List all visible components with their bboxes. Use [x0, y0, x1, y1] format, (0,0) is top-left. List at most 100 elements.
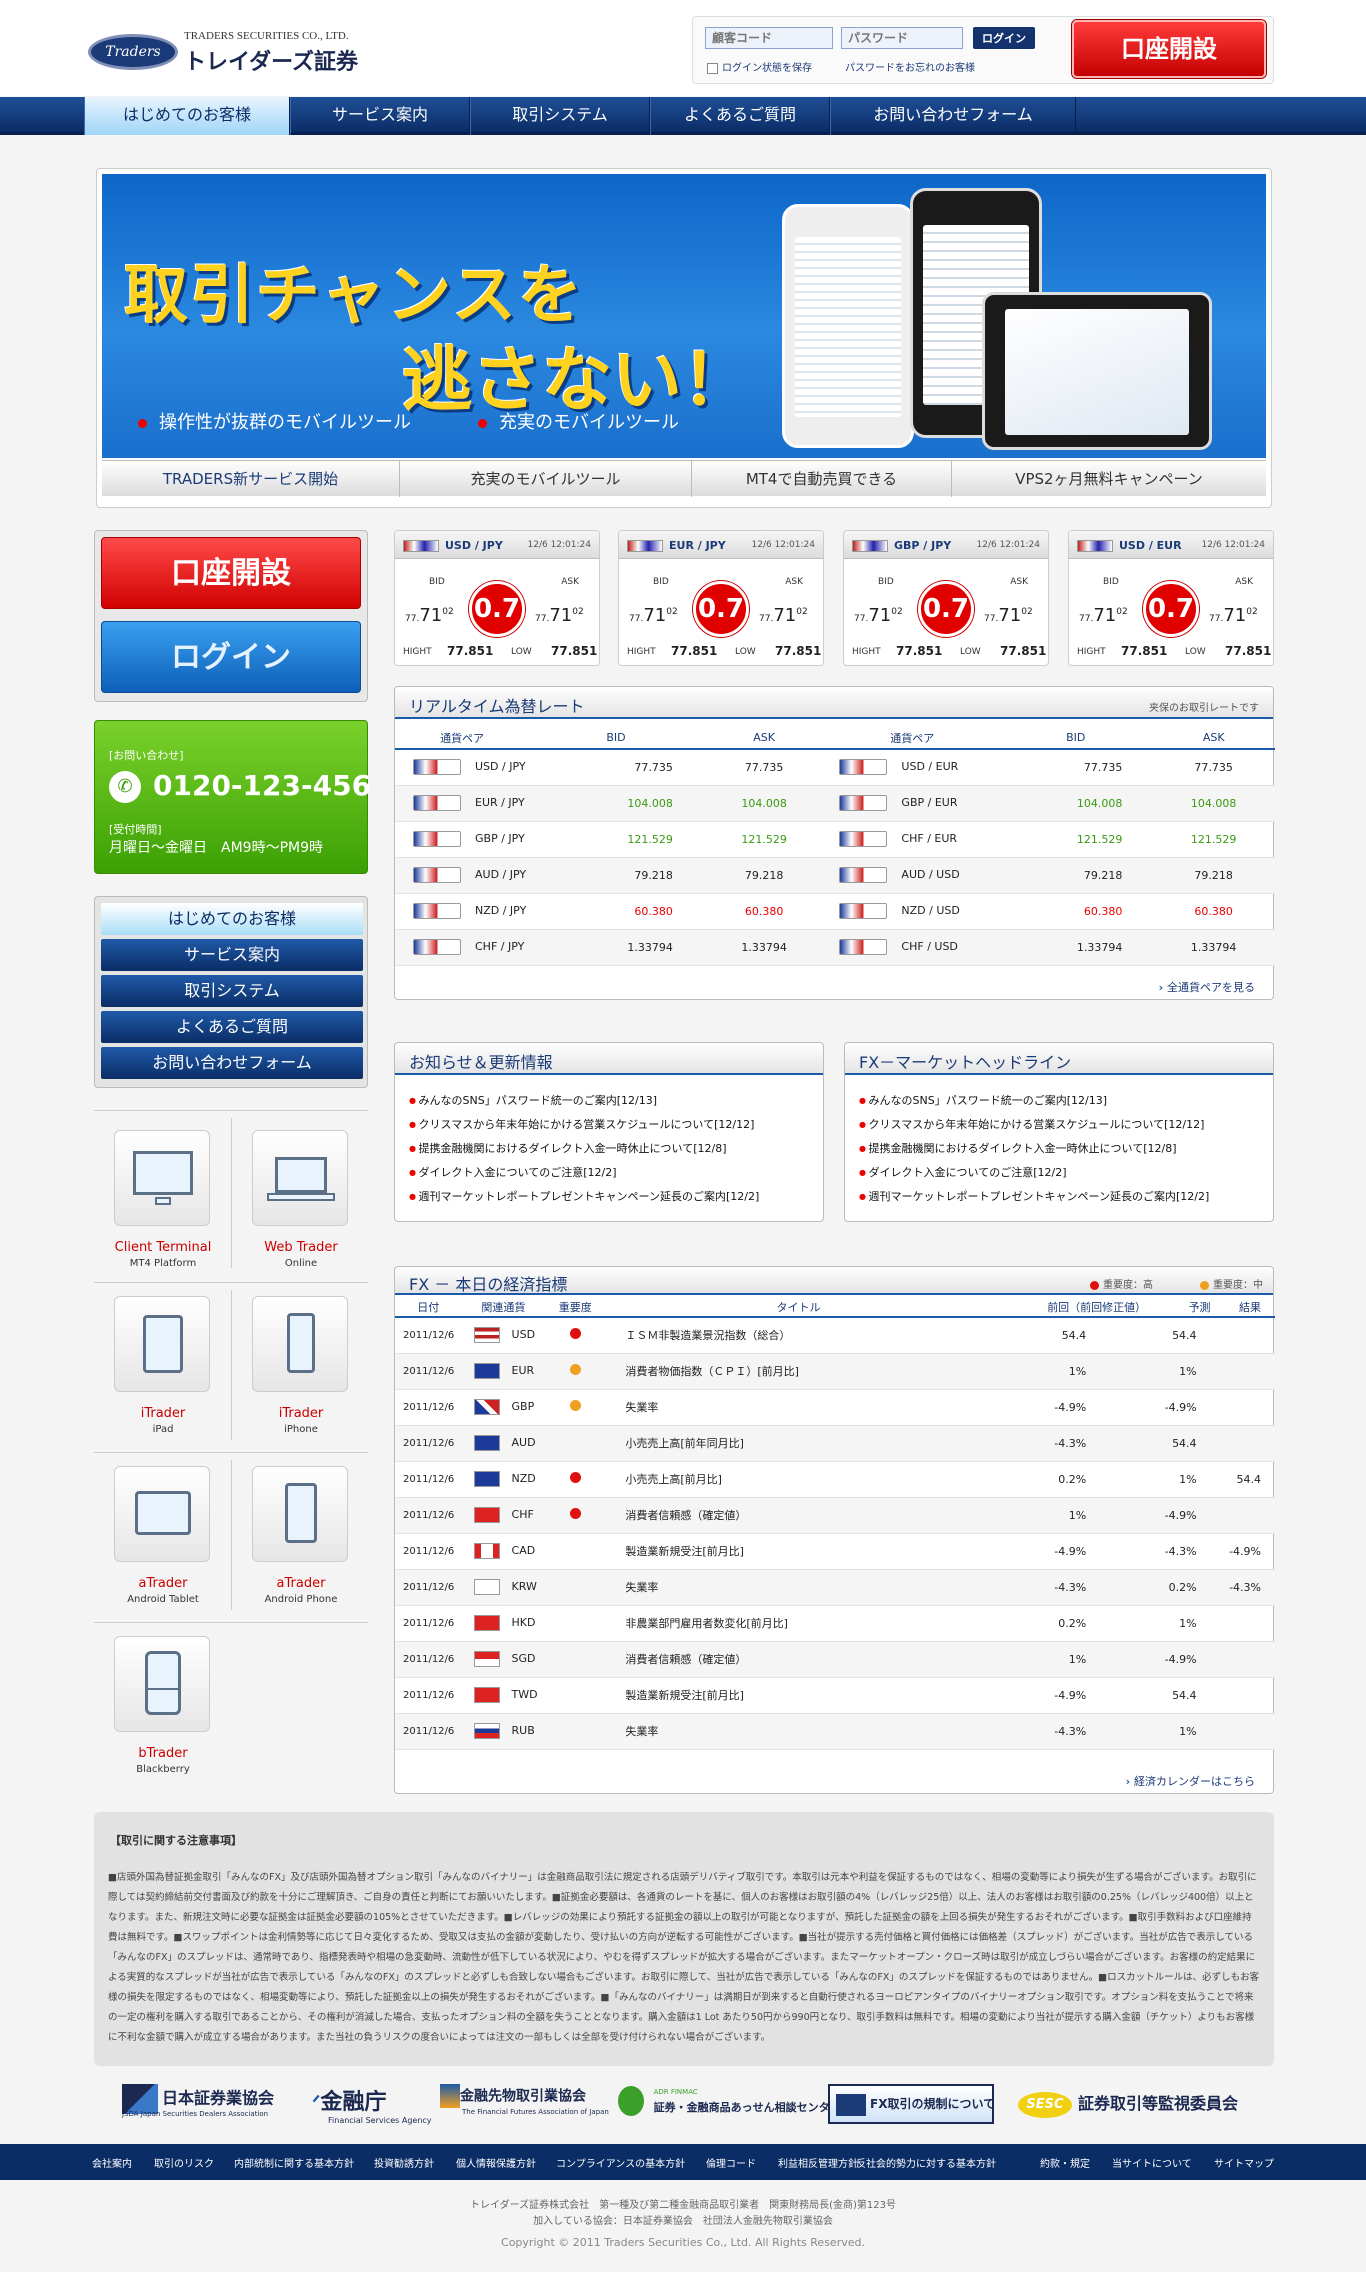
ask-value[interactable]: 77.7102: [1209, 605, 1258, 626]
quote-box[interactable]: USD / JPY 12/6 12:01:24 BID ASK 77.7102 77.71…: [394, 530, 600, 666]
sesc-logo[interactable]: SESC 証券取引等監視委員会: [1018, 2090, 1238, 2130]
tool-atrader-tablet[interactable]: aTrader Android Tablet: [98, 1446, 228, 1606]
calendar-row[interactable]: 2011/12/6 AUD 小売売上高[前年同月比] -4.3% 54.4: [395, 1425, 1275, 1462]
fsa-logo[interactable]: ᐟ金融庁 Financial Services Agency: [312, 2084, 432, 2125]
bid-value[interactable]: 77.7102: [629, 605, 678, 626]
result-cell: [1210, 1353, 1275, 1390]
checkbox-box[interactable]: [707, 62, 718, 74]
quote-box[interactable]: USD / EUR 12/6 12:01:24 BID ASK 77.7102 77.71…: [1068, 530, 1274, 666]
hero-tab-mobile-tools[interactable]: 充実のモバイルツール: [400, 461, 692, 497]
tool-name: Client Terminal: [114, 1240, 212, 1255]
ask-value[interactable]: 77.7102: [984, 605, 1033, 626]
tool-itrader-ipad[interactable]: iTrader iPad: [98, 1276, 228, 1436]
contact-phone[interactable]: ✆ 0120-123-456: [109, 769, 371, 803]
pair-cell: CHF / USD: [825, 929, 1000, 966]
nav-first-time[interactable]: はじめてのお客様: [84, 97, 290, 135]
calendar-link[interactable]: 経済カレンダーはこちら: [1126, 1773, 1255, 1789]
sidenav-contact-form[interactable]: お問い合わせフォーム: [101, 1047, 363, 1079]
calendar-row[interactable]: 2011/12/6 GBP 失業率 -4.9% -4.9%: [395, 1389, 1275, 1426]
hero-bullet-1: 操作性が抜群のモバイルツール: [138, 408, 411, 434]
footer-nav-link[interactable]: 利益相反管理方針: [778, 2155, 858, 2170]
open-account-button-side[interactable]: 口座開設: [101, 537, 361, 609]
finmac-logo[interactable]: ADR FINMAC 証券・金融商品あっせん相談センター: [618, 2086, 841, 2126]
rate-row[interactable]: USD / JPY 77.735 77.735 USD / EUR 77.735 77.7…: [395, 749, 1275, 786]
sidenav-first-time[interactable]: はじめてのお客様: [101, 903, 363, 935]
keep-login-checkbox[interactable]: ログイン状態を保存: [707, 59, 812, 74]
sidenav-trading-system[interactable]: 取引システム: [101, 975, 363, 1007]
tool-btrader-blackberry[interactable]: bTrader Blackberry: [98, 1616, 228, 1776]
headline-item[interactable]: 提携金融機関におけるダイレクト入金一時休止について[12/8]: [859, 1137, 1209, 1161]
news-item[interactable]: クリスマスから年末年始にかける営業スケジュールについて[12/12]: [409, 1113, 759, 1137]
ask-value[interactable]: 77.7102: [759, 605, 808, 626]
tool-atrader-phone[interactable]: aTrader Android Phone: [236, 1446, 366, 1606]
calendar-row[interactable]: 2011/12/6 SGD 消費者信頼感（確定値） 1% -4.9%: [395, 1641, 1275, 1678]
news-item[interactable]: 週刊マーケットレポートプレゼントキャンペーン延長のご案内[12/2]: [409, 1185, 760, 1209]
calendar-row[interactable]: 2011/12/6 NZD 小売売上高[前月比] 0.2% 1% 54.4: [395, 1461, 1275, 1498]
nav-faq[interactable]: よくあるご質問: [650, 97, 830, 135]
customer-code-input[interactable]: [705, 27, 833, 49]
tool-itrader-iphone[interactable]: iTrader iPhone: [236, 1276, 366, 1436]
calendar-row[interactable]: 2011/12/6 RUB 失業率 -4.3% 1%: [395, 1713, 1275, 1750]
login-button[interactable]: ログイン: [973, 27, 1035, 49]
open-account-button-header[interactable]: 口座開設: [1072, 20, 1266, 78]
bid-value[interactable]: 77.7102: [854, 605, 903, 626]
headline-item[interactable]: 週刊マーケットレポートプレゼントキャンペーン延長のご案内[12/2]: [859, 1185, 1210, 1209]
nav-trading-system[interactable]: 取引システム: [470, 97, 650, 135]
headline-item[interactable]: みんなのSNS」パスワード統一のご案内[12/13]: [859, 1089, 1209, 1113]
sidenav-services[interactable]: サービス案内: [101, 939, 363, 971]
bid-value[interactable]: 77.7102: [1079, 605, 1128, 626]
currency-flags-icon: [839, 759, 888, 776]
footer-nav-link[interactable]: コンプライアンスの基本方針: [556, 2155, 685, 2170]
calendar-row[interactable]: 2011/12/6 HKD 非農業部門雇用者数変化[前月比] 0.2% 1%: [395, 1605, 1275, 1642]
news-item[interactable]: みんなのSNS」パスワード統一のご案内[12/13]: [409, 1089, 759, 1113]
calendar-row[interactable]: 2011/12/6 KRW 失業率 -4.3% 0.2% -4.3%: [395, 1569, 1275, 1606]
rate-row[interactable]: AUD / JPY 79.218 79.218 AUD / USD 79.218 79.2…: [395, 857, 1275, 894]
jsda-logo[interactable]: 日本証券業協会 JSDA Japan Securities Dealers As…: [122, 2084, 274, 2124]
calendar-row[interactable]: 2011/12/6 EUR 消費者物価指数（ＣＰＩ）[前月比] 1% 1%: [395, 1353, 1275, 1390]
footer-nav-link[interactable]: 内部統制に関する基本方針: [234, 2155, 354, 2170]
calendar-row[interactable]: 2011/12/6 CHF 消費者信頼感（確定値） 1% -4.9%: [395, 1497, 1275, 1534]
calendar-row[interactable]: 2011/12/6 CAD 製造業新規受注[前月比] -4.9% -4.3% -4.9%: [395, 1533, 1275, 1570]
footer-nav-link[interactable]: 会社案内: [92, 2155, 132, 2170]
ffaj-logo[interactable]: 金融先物取引業協会 The Financial Futures Associat…: [440, 2084, 609, 2124]
sidenav-faq[interactable]: よくあるご質問: [101, 1011, 363, 1043]
rate-row[interactable]: NZD / JPY 60.380 60.380 NZD / USD 60.380 60.3…: [395, 893, 1275, 930]
headline-item[interactable]: ダイレクト入金についてのご注意[12/2]: [859, 1161, 1209, 1185]
ask-main: 71: [773, 605, 797, 626]
hero-tab-new-service[interactable]: TRADERS新サービス開始: [102, 461, 400, 497]
hero-banner[interactable]: 取引チャンスを 逃さない！ 操作性が抜群のモバイルツール 充実のモバイルツール: [102, 174, 1266, 458]
fx-regulation-banner[interactable]: FX取引の規制について: [828, 2084, 995, 2124]
logo[interactable]: Traders TRADERS SECURITIES CO., LTD. トレイ…: [88, 30, 358, 75]
forgot-password-link[interactable]: パスワードをお忘れのお客様: [845, 59, 975, 74]
calendar-row[interactable]: 2011/12/6 USD ＩＳＭ非製造業景況指数（総合） 54.4 54.4: [395, 1317, 1275, 1354]
rate-row[interactable]: EUR / JPY 104.008 104.008 GBP / EUR 104.008 1…: [395, 785, 1275, 822]
ask-value[interactable]: 77.7102: [535, 605, 584, 626]
footer-nav-link[interactable]: 倫理コード: [706, 2155, 756, 2170]
all-pairs-link[interactable]: 全通貨ペアを見る: [1159, 979, 1255, 995]
rate-row[interactable]: CHF / JPY 1.33794 1.33794 CHF / USD 1.33794 1…: [395, 929, 1275, 966]
password-input[interactable]: [841, 27, 963, 49]
tool-web-trader[interactable]: Web Trader Online: [236, 1110, 366, 1270]
nav-contact-form[interactable]: お問い合わせフォーム: [830, 97, 1076, 135]
news-item[interactable]: ダイレクト入金についてのご注意[12/2]: [409, 1161, 759, 1185]
tool-client-terminal[interactable]: Client Terminal MT4 Platform: [98, 1110, 228, 1270]
footer-nav-link[interactable]: 投資勧誘方針: [374, 2155, 434, 2170]
footer-nav-link[interactable]: サイトマップ: [1214, 2155, 1274, 2170]
nav-services[interactable]: サービス案内: [290, 97, 470, 135]
bid-value[interactable]: 77.7102: [405, 605, 454, 626]
low-value: 77.851: [1000, 644, 1047, 658]
footer-nav-link[interactable]: 当サイトについて: [1112, 2155, 1192, 2170]
calendar-row[interactable]: 2011/12/6 TWD 製造業新規受注[前月比] -4.9% 54.4: [395, 1677, 1275, 1714]
headline-item[interactable]: クリスマスから年末年始にかける営業スケジュールについて[12/12]: [859, 1113, 1209, 1137]
hero-tab-vps-campaign[interactable]: VPS2ヶ月無料キャンペーン: [952, 461, 1266, 497]
footer-nav-link[interactable]: 反社会的勢力に対する基本方針: [856, 2155, 996, 2170]
quote-box[interactable]: EUR / JPY 12/6 12:01:24 BID ASK 77.7102 77.71…: [618, 530, 824, 666]
rate-row[interactable]: GBP / JPY 121.529 121.529 CHF / EUR 121.529 1…: [395, 821, 1275, 858]
footer-nav-link[interactable]: 取引のリスク: [154, 2155, 214, 2170]
footer-nav-link[interactable]: 個人情報保護方針: [456, 2155, 536, 2170]
footer-nav-link[interactable]: 約款・規定: [1040, 2155, 1090, 2170]
hero-tab-mt4-auto[interactable]: MT4で自動売買できる: [692, 461, 952, 497]
login-button-side[interactable]: ログイン: [101, 621, 361, 693]
news-item[interactable]: 提携金融機関におけるダイレクト入金一時休止について[12/8]: [409, 1137, 759, 1161]
quote-box[interactable]: GBP / JPY 12/6 12:01:24 BID ASK 77.7102 77.71…: [843, 530, 1049, 666]
